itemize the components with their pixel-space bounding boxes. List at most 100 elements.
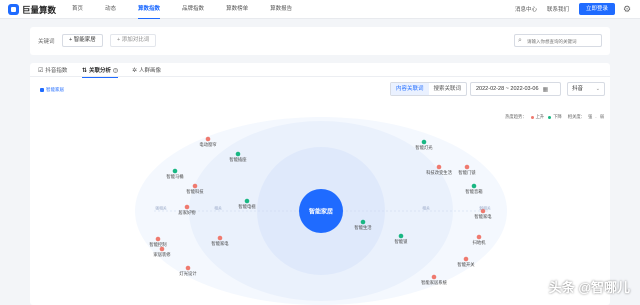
- keyword-node-dot[interactable]: [192, 183, 198, 189]
- legend-strong: 强: [587, 114, 593, 119]
- search-related-words-button[interactable]: 搜索关联词: [429, 83, 467, 95]
- people-icon: ✲: [132, 67, 138, 74]
- keyword-node-label[interactable]: 智能门锁: [458, 170, 475, 176]
- association-graph: 热度趋势： 上升 下降 相关度： 强 · 弱 智能家居 强相关 相关 相关 弱相关 电动窗…: [30, 111, 610, 305]
- ring-label: 相关: [422, 206, 430, 211]
- keyword-label: 关键词: [38, 39, 55, 45]
- ring-label: 强相关: [155, 206, 167, 211]
- keyword-node-label[interactable]: 智能控制: [149, 242, 166, 248]
- logo[interactable]: 巨量算数: [8, 3, 56, 16]
- keyword-node-label[interactable]: 灯光设计: [179, 271, 196, 277]
- chevron-down-icon: ⌄: [595, 86, 600, 92]
- tab-label: 人群画像: [139, 68, 162, 74]
- keyword-node-label[interactable]: 智能开关: [457, 262, 474, 268]
- keyword-node-dot[interactable]: [464, 164, 470, 170]
- platform-value: 抖音: [572, 86, 584, 92]
- keyword-node-dot[interactable]: [244, 198, 250, 204]
- keyword-node-label[interactable]: 智能科技: [186, 189, 203, 195]
- info-icon[interactable]: ?: [113, 67, 119, 73]
- app-title: 巨量算数: [22, 4, 57, 15]
- keyword-node-dot[interactable]: [421, 139, 427, 145]
- keyword-node-dot[interactable]: [172, 168, 178, 174]
- contact-link[interactable]: 联系我们: [547, 5, 569, 13]
- keyword-node-dot[interactable]: [431, 274, 437, 280]
- keyword-node-label[interactable]: 居家好物: [178, 210, 195, 216]
- nav-item-news[interactable]: 动态: [105, 0, 116, 19]
- legend-hot-label: 热度趋势：: [505, 114, 527, 119]
- tab-douyin-index[interactable]: ☑ 抖音指数: [38, 66, 68, 75]
- message-center-link[interactable]: 消息中心: [515, 5, 537, 13]
- center-node-label: 智能家居: [308, 209, 334, 216]
- current-keyword: 智能家居: [40, 87, 64, 93]
- graph-legend: 热度趋势： 上升 下降 相关度： 强 · 弱: [505, 114, 604, 120]
- keyword-node-label[interactable]: 扫地机: [473, 240, 486, 246]
- keyword-node-dot[interactable]: [235, 151, 241, 157]
- up-dot-icon: [530, 115, 534, 119]
- keyword-node-label[interactable]: 智能锁: [395, 239, 408, 245]
- keyword-node-label[interactable]: 智能音箱: [465, 189, 482, 195]
- nav-item-reports[interactable]: 算数报告: [270, 0, 292, 19]
- keyword-node-label[interactable]: 科技改变生活: [426, 170, 452, 176]
- tab-audience-portrait[interactable]: ✲ 人群画像: [132, 66, 162, 75]
- ring-label: 弱相关: [479, 206, 491, 211]
- keyword-search-box: ⌕: [514, 34, 602, 47]
- keyword-node-dot[interactable]: [476, 234, 482, 240]
- keyword-node-label[interactable]: 智能插座: [229, 157, 246, 163]
- tab-association-analysis[interactable]: ⇅ 关联分析 ?: [82, 66, 119, 78]
- keyword-node-dot[interactable]: [360, 219, 366, 225]
- keyword-node-label[interactable]: 智能家居系统: [421, 280, 447, 286]
- nav-item-index[interactable]: 算数指数: [138, 0, 161, 19]
- watermark: 头条 @智哪儿: [548, 280, 630, 295]
- current-keyword-label: 智能家居: [46, 87, 64, 92]
- login-button[interactable]: 立即登录: [578, 3, 615, 15]
- calendar-icon: ▦: [542, 86, 549, 93]
- nav-item-brand-index[interactable]: 品牌指数: [182, 0, 204, 19]
- search-icon: ⌕: [518, 37, 522, 44]
- date-range-value: 2022-02-28 ~ 2022-03-06: [476, 86, 539, 92]
- analysis-panel: ☑ 抖音指数 ⇅ 关联分析 ? ✲ 人群画像 智能家居 内容关联词 搜索关联词 …: [30, 63, 610, 305]
- nav-item-home[interactable]: 首页: [72, 0, 83, 19]
- tab-label: 关联分析: [89, 68, 112, 74]
- nav-item-rankings[interactable]: 算数榜单: [226, 0, 248, 19]
- keyword-tag[interactable]: + 智能家居: [62, 34, 103, 47]
- top-navigation-bar: 巨量算数 首页 动态 算数指数 品牌指数 算数榜单 算数报告 消息中心 联系我们…: [0, 0, 640, 19]
- keyword-node-label[interactable]: 智能电视: [238, 204, 255, 210]
- keyword-node-dot[interactable]: [436, 164, 442, 170]
- ring-label: 相关: [214, 206, 222, 211]
- keyword-node-dot[interactable]: [217, 235, 223, 241]
- link-icon: ⇅: [82, 67, 88, 74]
- keyword-node-dot[interactable]: [398, 233, 404, 239]
- logo-icon: [8, 4, 19, 15]
- keyword-node-dot[interactable]: [155, 236, 161, 242]
- keyword-node-dot[interactable]: [205, 136, 211, 142]
- keyword-search-input[interactable]: [527, 36, 601, 46]
- keyword-node-dot[interactable]: [184, 204, 190, 210]
- analysis-tabs: ☑ 抖音指数 ⇅ 关联分析 ? ✲ 人群画像: [30, 63, 610, 78]
- keyword-node-label[interactable]: 智能生活: [354, 225, 371, 231]
- keyword-node-dot[interactable]: [463, 256, 469, 262]
- add-compare-keyword-button[interactable]: + 添加对比词: [110, 34, 157, 47]
- keyword-node-label[interactable]: 智能家电: [474, 214, 491, 220]
- keyword-node-label[interactable]: 智能灯光: [415, 145, 432, 151]
- legend-up: 上升: [535, 114, 545, 119]
- content-related-words-button[interactable]: 内容关联词: [391, 83, 429, 95]
- association-type-switch: 内容关联词 搜索关联词: [390, 82, 468, 96]
- keyword-node-label[interactable]: 电动窗帘: [199, 142, 216, 148]
- chart-icon: ☑: [38, 67, 44, 74]
- keyword-node-dot[interactable]: [471, 183, 477, 189]
- keyword-bar: 关键词 + 智能家居 + 添加对比词 ⌕: [30, 27, 610, 55]
- keyword-node-dot[interactable]: [185, 265, 191, 271]
- keyword-node-label[interactable]: 家居装修: [153, 252, 170, 258]
- top-right-actions: 消息中心 联系我们 立即登录 ⚙: [515, 3, 632, 15]
- date-range-picker[interactable]: 2022-02-28 ~ 2022-03-06 ▦: [470, 82, 561, 96]
- gear-icon[interactable]: ⚙: [623, 4, 632, 14]
- platform-select[interactable]: 抖音 ⌄: [567, 82, 605, 96]
- legend-weak: 弱: [599, 114, 604, 119]
- keyword-node-label[interactable]: 智能家电: [211, 241, 228, 247]
- keyword-node-label[interactable]: 智能马桶: [166, 174, 183, 180]
- analysis-toolbar: 智能家居 内容关联词 搜索关联词 2022-02-28 ~ 2022-03-06…: [30, 81, 610, 99]
- legend-arrow-icon: ·: [595, 114, 597, 120]
- tab-label: 抖音指数: [45, 68, 68, 74]
- main-nav: 首页 动态 算数指数 品牌指数 算数榜单 算数报告: [72, 0, 314, 19]
- legend-down: 下降: [553, 114, 562, 119]
